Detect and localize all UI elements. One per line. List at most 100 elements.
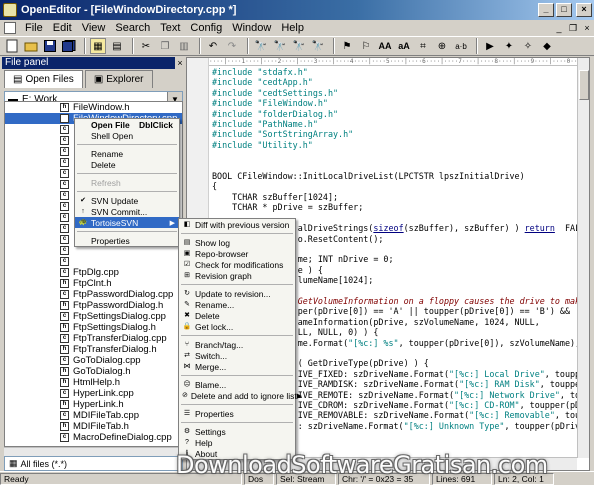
paste-icon[interactable]: ▥: [176, 38, 192, 54]
file-list-item[interactable]: c GoToDialog.cpp: [5, 355, 182, 366]
minimize-button[interactable]: _: [538, 3, 554, 17]
menu-item-check-for-modifications[interactable]: ☑ Check for modifications: [179, 259, 295, 270]
column-mode-icon[interactable]: ⌗: [415, 38, 431, 54]
menu-item-open-file[interactable]: Open File DblClick: [75, 119, 179, 130]
close-panel-icon[interactable]: ×: [175, 57, 185, 69]
menu-item-svn-update[interactable]: ✔ SVN Update: [75, 195, 179, 206]
menu-window[interactable]: Window: [227, 22, 276, 34]
file-list-item[interactable]: h GoToDialog.h: [5, 366, 182, 377]
open-file-icon[interactable]: [23, 38, 39, 54]
file-list-item[interactable]: c FtpSettingsDialog.cpp: [5, 311, 182, 322]
vertical-scrollbar[interactable]: [577, 58, 589, 458]
mdi-controls: _ ❐ ×: [552, 22, 594, 34]
menu-item-delete[interactable]: ✖ Delete: [179, 310, 295, 321]
file-list-item[interactable]: h FileWindow.h: [5, 102, 182, 113]
menu-item-rename[interactable]: ✎ Rename...: [179, 299, 295, 310]
undo-icon[interactable]: ↶: [205, 38, 221, 54]
code-token: sizeof: [373, 223, 404, 234]
file-filter-select[interactable]: ▦ All files (*.*): [4, 456, 183, 471]
menu-item-diff-with-previous-version[interactable]: ◧ Diff with previous version: [179, 219, 295, 230]
menu-item-rename[interactable]: Rename: [75, 148, 179, 159]
menu-item-delete[interactable]: Delete: [75, 159, 179, 170]
document-icon[interactable]: [4, 22, 16, 34]
file-list-item[interactable]: h FtpPasswordDialog.h: [5, 300, 182, 311]
tools-icon[interactable]: ✦: [501, 38, 517, 54]
menu-item-svn-commit[interactable]: ↑ SVN Commit...: [75, 206, 179, 217]
file-list-item[interactable]: h FtpTransferDialog.h: [5, 344, 182, 355]
save-all-icon[interactable]: [61, 38, 77, 54]
file-list-item[interactable]: h FtpSettingsDialog.h: [5, 322, 182, 333]
close-button[interactable]: ×: [576, 3, 592, 17]
file-list-item[interactable]: h HyperLink.h: [5, 399, 182, 410]
find-prev-icon[interactable]: 🔭: [291, 38, 307, 54]
mdi-close-button[interactable]: ×: [580, 22, 594, 34]
file-list-item[interactable]: h MDIFileTab.h: [5, 421, 182, 432]
menu-help[interactable]: Help: [276, 22, 309, 34]
mdi-minimize-button[interactable]: _: [552, 22, 566, 34]
copy-icon[interactable]: ❐: [157, 38, 173, 54]
menu-item-delete-and-add-to-ignore-list[interactable]: ⊘ Delete and add to ignore list ▶: [179, 390, 302, 401]
file-list-item[interactable]: h FtpClnt.h: [5, 278, 182, 289]
file-list-item[interactable]: c MDIFileTab.cpp: [5, 410, 182, 421]
menu-item-get-lock[interactable]: 🔒 Get lock...: [179, 321, 295, 332]
file-list-item[interactable]: c FtpTransferDialog.cpp: [5, 333, 182, 344]
cut-icon[interactable]: ✂: [138, 38, 154, 54]
menu-item-show-log[interactable]: ▤ Show log: [179, 237, 295, 248]
maximize-button[interactable]: □: [556, 3, 572, 17]
new-file-icon[interactable]: [4, 38, 20, 54]
save-icon[interactable]: [42, 38, 58, 54]
replace-icon[interactable]: 🔭: [310, 38, 326, 54]
menu-item-label: Delete: [195, 310, 220, 321]
menu-item-update-to-revision[interactable]: ↻ Update to revision...: [179, 288, 295, 299]
text-compare-icon[interactable]: a·b: [453, 38, 469, 54]
file-list-item[interactable]: c FtpPasswordDialog.cpp: [5, 289, 182, 300]
menu-item-blame[interactable]: ☹ Blame...: [179, 379, 295, 390]
file-list-item[interactable]: c MacroDefineDialog.cpp: [5, 432, 182, 443]
find-icon[interactable]: 🔭: [253, 38, 269, 54]
menu-file[interactable]: File: [20, 22, 48, 34]
app-icon: [3, 3, 17, 17]
mdi-restore-button[interactable]: ❐: [566, 22, 580, 34]
menu-item-settings[interactable]: ⚙ Settings: [179, 426, 295, 437]
menu-item-switch[interactable]: ⇄ Switch...: [179, 350, 295, 361]
tab-open-files[interactable]: ▤ Open Files: [4, 70, 83, 88]
menu-item-repo-browser[interactable]: ▣ Repo-browser: [179, 248, 295, 259]
menu-item-help[interactable]: ? Help: [179, 437, 295, 448]
tab-explorer[interactable]: ▣ Explorer: [84, 70, 153, 88]
next-bookmark-icon[interactable]: ⚐: [358, 38, 374, 54]
menu-edit[interactable]: Edit: [48, 22, 77, 34]
menu-separator: [181, 404, 293, 405]
scrollbar-thumb[interactable]: [579, 70, 589, 100]
uppercase-icon[interactable]: AA: [377, 38, 393, 54]
run-icon[interactable]: ▶: [482, 38, 498, 54]
redo-icon[interactable]: ↷: [224, 38, 240, 54]
file-list-item[interactable]: c HyperLink.cpp: [5, 388, 182, 399]
file-list-item[interactable]: h HtmlHelp.h: [5, 377, 182, 388]
lowercase-icon[interactable]: aA: [396, 38, 412, 54]
menu-item-icon: [78, 236, 88, 245]
code-line: #include "PathName.h": [212, 119, 577, 129]
menu-item-branch-tag[interactable]: ⑂ Branch/tag...: [179, 339, 295, 350]
menu-text[interactable]: Text: [155, 22, 185, 34]
print-icon[interactable]: ▦: [90, 38, 106, 54]
menu-search[interactable]: Search: [110, 22, 155, 34]
menu-item-properties[interactable]: Properties: [75, 235, 179, 246]
menu-item-icon: ⊘: [182, 392, 188, 399]
menu-item-properties[interactable]: ☰ Properties: [179, 408, 295, 419]
find-next-icon[interactable]: 🔭: [272, 38, 288, 54]
file-icon: h: [60, 422, 69, 431]
menu-item-revision-graph[interactable]: ⊞ Revision graph: [179, 270, 295, 281]
file-list-item[interactable]: c: [5, 256, 182, 267]
goto-line-icon[interactable]: ⊕: [434, 38, 450, 54]
menu-item-label: Check for modifications: [195, 259, 284, 270]
toggle-bookmark-icon[interactable]: ⚑: [339, 38, 355, 54]
print-preview-icon[interactable]: ▤: [109, 38, 125, 54]
menu-config[interactable]: Config: [185, 22, 227, 34]
menu-item-tortoisesvn[interactable]: 🐢 TortoiseSVN ▶: [75, 217, 179, 228]
menu-item-shell-open[interactable]: Shell Open: [75, 130, 179, 141]
menu-view[interactable]: View: [77, 22, 111, 34]
menu-item-merge[interactable]: ⋈ Merge...: [179, 361, 295, 372]
macro-icon[interactable]: ✧: [520, 38, 536, 54]
settings-icon[interactable]: ◆: [539, 38, 555, 54]
file-list-item[interactable]: c FtpDlg.cpp: [5, 267, 182, 278]
